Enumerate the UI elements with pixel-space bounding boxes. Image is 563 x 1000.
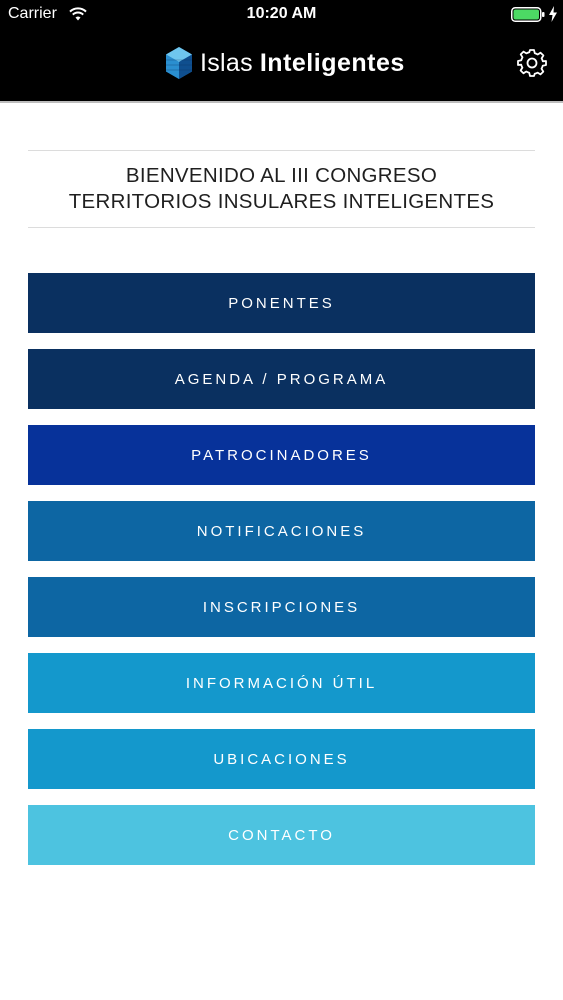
menu-button-patrocinadores[interactable]: PATROCINADORES [28,425,535,485]
menu-button-contacto[interactable]: CONTACTO [28,805,535,865]
menu-button-agenda[interactable]: AGENDA / PROGRAMA [28,349,535,409]
menu-button-ubicaciones[interactable]: UBICACIONES [28,729,535,789]
brand-name-light: Islas [200,48,253,77]
battery-icon [511,7,545,22]
status-bar: Carrier 10:20 AM [0,0,563,30]
menu-button-inscripciones[interactable]: INSCRIPCIONES [28,577,535,637]
menu-button-notificaciones[interactable]: NOTIFICACIONES [28,501,535,561]
charging-bolt-icon [549,6,557,22]
welcome-banner: BIENVENIDO AL III CONGRESO TERRITORIOS I… [28,150,535,228]
brand: Islas Inteligentes [164,46,405,80]
brand-name-bold: Inteligentes [259,48,405,77]
main-menu: PONENTES AGENDA / PROGRAMA PATROCINADORE… [28,273,535,881]
menu-button-informacion-util[interactable]: INFORMACIÓN ÚTIL [28,653,535,713]
welcome-title-line-2: TERRITORIOS INSULARES INTELIGENTES [68,190,495,213]
menu-button-ponentes[interactable]: PONENTES [28,273,535,333]
gear-icon[interactable] [517,48,547,78]
status-time: 10:20 AM [246,5,317,22]
hexagon-cube-icon [166,47,192,79]
brand-name: Islas Inteligentes [200,49,405,78]
welcome-title-line-1: BIENVENIDO AL III CONGRESO [125,164,438,187]
nav-bar: Islas Inteligentes [0,30,563,103]
